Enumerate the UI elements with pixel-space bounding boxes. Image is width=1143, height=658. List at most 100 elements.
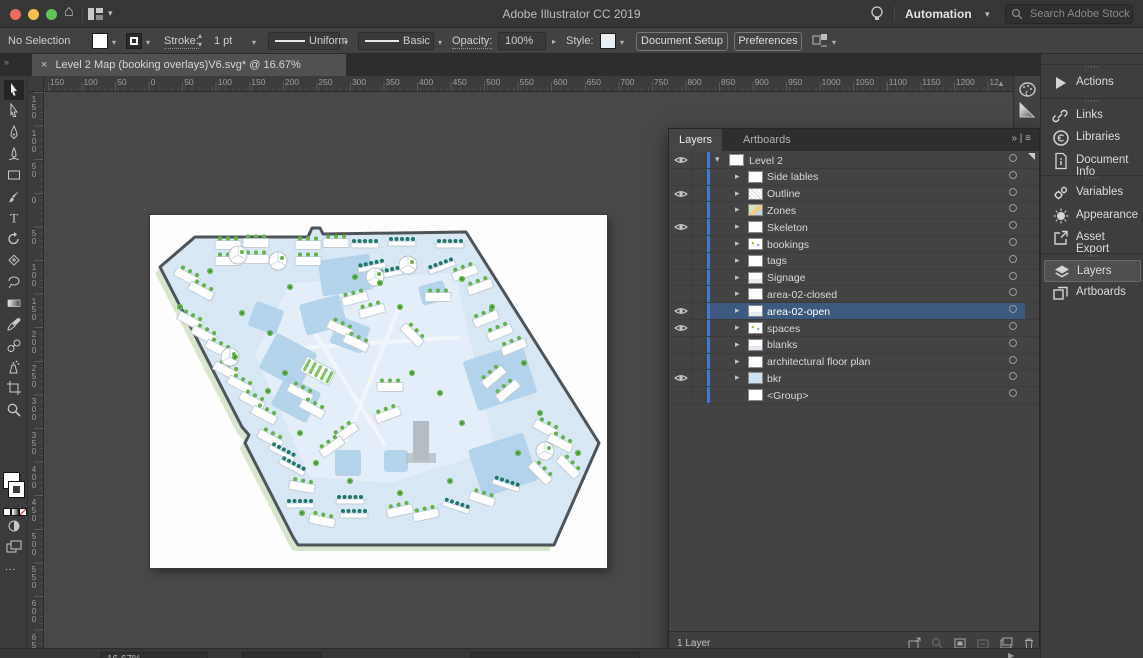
stroke-proxy-swatch[interactable] <box>9 482 24 497</box>
direct-selection-tool[interactable] <box>4 101 24 121</box>
chevron-right-icon[interactable]: ▸ <box>735 171 740 182</box>
chevron-down-icon[interactable]: ▾ <box>438 38 442 47</box>
close-tab-icon[interactable]: × <box>41 59 47 71</box>
stroke-stepper[interactable]: ▴▾ <box>198 31 202 49</box>
layer-thumbnail[interactable] <box>748 389 763 401</box>
layer-row--group-[interactable]: <Group> <box>669 387 1039 404</box>
layer-thumbnail[interactable] <box>748 171 763 183</box>
change-screen-mode-icon[interactable] <box>6 540 22 553</box>
lock-toggle[interactable] <box>693 303 706 319</box>
chevron-right-icon[interactable]: ▸ <box>735 221 740 232</box>
target-circle[interactable] <box>1009 372 1017 380</box>
lasso-tool[interactable] <box>4 272 24 292</box>
layer-thumbnail[interactable] <box>748 188 763 200</box>
ruler-origin-corner[interactable] <box>28 76 44 92</box>
chevron-down-icon[interactable]: ▾ <box>252 38 256 47</box>
layer-row-level-2[interactable]: ▾Level 2 <box>669 152 1039 169</box>
chevron-right-icon[interactable]: ▸ <box>735 238 740 249</box>
pen-tool[interactable] <box>4 123 24 143</box>
target-circle[interactable] <box>1009 389 1017 397</box>
chevron-down-icon[interactable]: ▾ <box>146 38 150 47</box>
lightbulb-icon[interactable] <box>870 5 884 23</box>
layer-row-side-lables[interactable]: ▸Side lables <box>669 169 1039 186</box>
layer-row-blanks[interactable]: ▸blanks <box>669 337 1039 354</box>
eyedropper-tool[interactable] <box>4 314 24 334</box>
visibility-toggle[interactable] <box>669 303 693 319</box>
dock-button-links[interactable]: Links <box>1044 105 1141 127</box>
visibility-toggle[interactable] <box>669 202 693 218</box>
target-circle[interactable] <box>1009 221 1017 229</box>
layer-row-zones[interactable]: ▸ Zones <box>669 202 1039 219</box>
artboard-navigation[interactable] <box>242 652 322 658</box>
chevron-right-icon[interactable]: ▸ <box>735 305 740 316</box>
rotate-tool[interactable] <box>4 229 24 249</box>
paintbrush-tool[interactable] <box>4 187 24 207</box>
chevron-down-icon[interactable]: ▾ <box>985 9 990 20</box>
layer-thumbnail[interactable] <box>748 339 763 351</box>
document-setup-button[interactable]: Document Setup <box>636 32 728 51</box>
dock-button-variables[interactable]: Variables <box>1044 182 1141 204</box>
ruler-scroll-icon[interactable]: ▲ <box>997 79 1005 88</box>
layer-thumbnail[interactable] <box>748 372 763 384</box>
layer-row-area-02-open[interactable]: ▸ area-02-open <box>669 303 1039 320</box>
target-circle[interactable] <box>1009 288 1017 296</box>
target-circle[interactable] <box>1009 204 1017 212</box>
chevron-right-icon[interactable]: ▸ <box>735 322 740 333</box>
visibility-toggle[interactable] <box>669 253 693 269</box>
preferences-button[interactable]: Preferences <box>734 32 802 51</box>
style-swatch[interactable] <box>600 33 616 49</box>
visibility-toggle[interactable] <box>669 320 693 336</box>
visibility-toggle[interactable] <box>669 354 693 370</box>
layer-row-architectural-floor-plan[interactable]: ▸architectural floor plan <box>669 354 1039 371</box>
layer-name[interactable]: bookings <box>767 239 809 251</box>
layer-row-outline[interactable]: ▸Outline <box>669 186 1039 203</box>
horizontal-ruler[interactable]: 1501005005010015020025030035040045050055… <box>44 76 1013 92</box>
lock-toggle[interactable] <box>693 286 706 302</box>
layer-thumbnail[interactable] <box>748 204 763 216</box>
panel-menu-icon[interactable]: » | ≡ <box>1011 133 1031 144</box>
shape-builder-tool[interactable] <box>4 250 24 270</box>
brush-definition-select[interactable]: Basic <box>358 32 434 50</box>
dock-drag-handle[interactable] <box>1041 64 1143 69</box>
lock-toggle[interactable] <box>693 320 706 336</box>
layer-name[interactable]: Level 2 <box>749 155 783 167</box>
tab-artboards[interactable]: Artboards <box>733 129 801 151</box>
visibility-toggle[interactable] <box>669 286 693 302</box>
dock-button-document-info[interactable]: Document Info <box>1044 150 1141 172</box>
chevron-right-icon[interactable]: ▸ <box>735 204 740 215</box>
layer-thumbnail[interactable] <box>748 272 763 284</box>
chevron-down-icon[interactable]: ▾ <box>344 38 348 47</box>
visibility-toggle[interactable] <box>669 186 693 202</box>
curvature-tool[interactable] <box>4 144 24 164</box>
visibility-toggle[interactable] <box>669 370 693 386</box>
dock-button-layers[interactable]: Layers <box>1044 260 1141 282</box>
layer-name[interactable]: Skeleton <box>767 222 808 234</box>
layer-thumbnail[interactable] <box>748 322 763 334</box>
target-circle[interactable] <box>1009 339 1017 347</box>
edit-toolbar-icon[interactable]: ... <box>5 562 16 573</box>
chevron-right-icon[interactable]: ▸ <box>735 188 740 199</box>
visibility-toggle[interactable] <box>669 236 693 252</box>
target-circle[interactable] <box>1009 188 1017 196</box>
lock-toggle[interactable] <box>693 270 706 286</box>
layer-name[interactable]: Zones <box>767 205 796 217</box>
layer-row-tags[interactable]: ▸tags <box>669 253 1039 270</box>
vertical-ruler[interactable]: 1 5 01 0 05 005 01 0 01 5 02 0 02 5 03 0… <box>28 92 44 648</box>
chevron-down-icon[interactable]: ▾ <box>832 38 836 47</box>
lock-toggle[interactable] <box>693 253 706 269</box>
gradient-mini-swatch[interactable] <box>11 508 19 516</box>
layer-name[interactable]: area-02-open <box>767 306 830 318</box>
color-panel-icon[interactable] <box>1019 82 1036 97</box>
chevron-down-icon[interactable]: ▾ <box>620 38 624 47</box>
layer-name[interactable]: area-02-closed <box>767 289 837 301</box>
layer-thumbnail[interactable] <box>748 356 763 368</box>
layer-name[interactable]: Signage <box>767 272 806 284</box>
target-circle[interactable] <box>1009 255 1017 263</box>
artboard-tool[interactable] <box>4 378 24 398</box>
document-tab[interactable]: ×Level 2 Map (booking overlays)V6.svg* @… <box>32 54 346 76</box>
layer-name[interactable]: <Group> <box>767 390 808 402</box>
status-expand-icon[interactable]: ▶ <box>1008 651 1014 658</box>
layer-name[interactable]: tags <box>767 255 787 267</box>
lock-toggle[interactable] <box>693 236 706 252</box>
target-circle[interactable] <box>1009 356 1017 364</box>
